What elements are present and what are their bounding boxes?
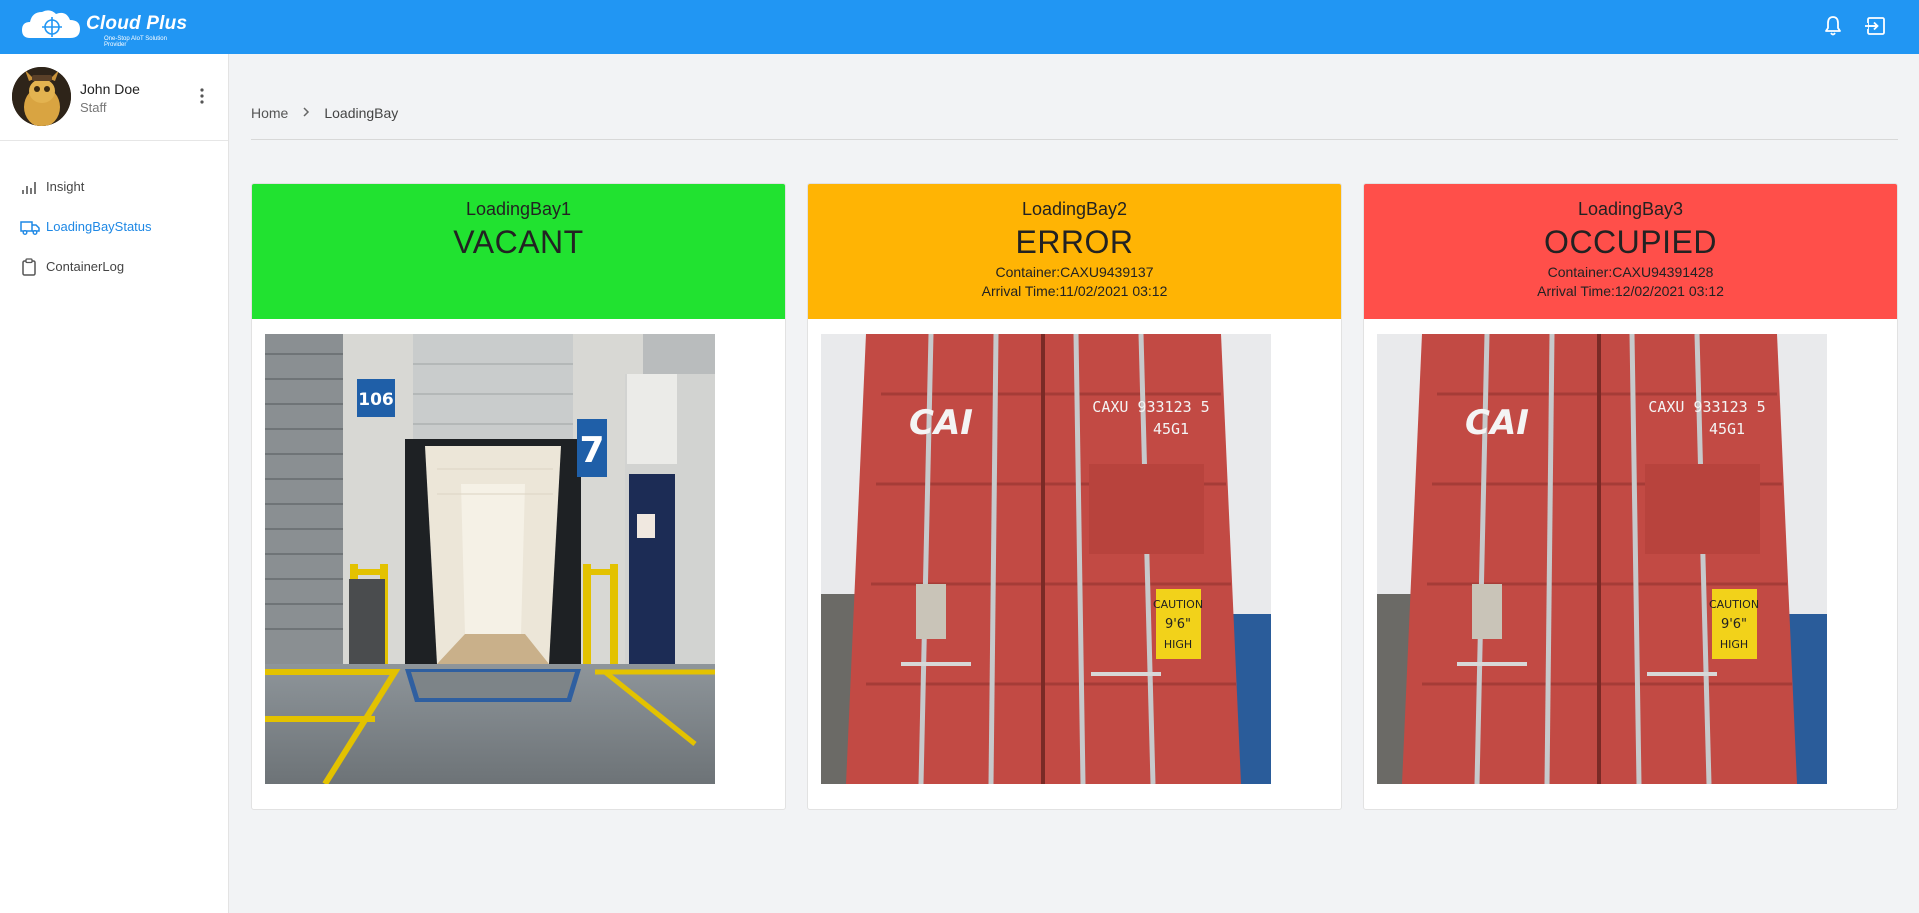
- loading-dock-image: 106 7: [265, 334, 715, 784]
- clipboard-icon: [20, 258, 38, 276]
- brand-tagline: One-Stop AIoT Solution Provider: [104, 36, 167, 48]
- caution-line-2: 9'6": [1721, 617, 1747, 632]
- container-brand: CAI: [1465, 403, 1529, 443]
- container-number: CAXU 933123 5: [1092, 398, 1209, 416]
- container-image: CAI CAXU 933123 5 45G1 CAUTION 9'6" HIGH: [821, 334, 1271, 784]
- container-brand: CAI: [909, 403, 973, 443]
- bar-chart-icon: [20, 178, 38, 196]
- truck-icon: [20, 218, 40, 236]
- sidebar-item-loadingbaystatus[interactable]: LoadingBayStatus: [0, 206, 228, 246]
- bay-name: LoadingBay1: [465, 199, 572, 219]
- bay-status-header: LoadingBay2 ERROR Container:CAXU9439137 …: [808, 184, 1341, 319]
- arrival-time: Arrival Time:11/02/2021 03:12: [981, 283, 1168, 299]
- bay-name: LoadingBay3: [1577, 199, 1684, 219]
- sidebar-nav: Insight LoadingBayStatus ContainerLog: [0, 166, 228, 286]
- caution-line-3: HIGH: [1164, 638, 1192, 651]
- container-type: 45G1: [1709, 420, 1745, 438]
- brand-title: Cloud Plus: [86, 13, 188, 34]
- breadcrumb: Home LoadingBay: [251, 105, 398, 121]
- svg-text:7: 7: [579, 430, 604, 471]
- caution-line-2: 9'6": [1165, 617, 1191, 632]
- bay-name: LoadingBay2: [1021, 199, 1128, 219]
- container-number: CAXU 933123 5: [1648, 398, 1765, 416]
- sidebar-item-containerlog[interactable]: ContainerLog: [0, 246, 228, 286]
- more-vert-icon[interactable]: [194, 86, 210, 106]
- cloud-logo-icon: [22, 10, 80, 38]
- chevron-right-icon: [302, 106, 310, 121]
- caution-line-3: HIGH: [1720, 638, 1748, 651]
- user-role: Staff: [80, 100, 107, 115]
- container-id: Container:CAXU94391428: [1547, 264, 1714, 280]
- bay-status-header: LoadingBay3 OCCUPIED Container:CAXU94391…: [1364, 184, 1897, 319]
- caution-line-1: CAUTION: [1709, 598, 1759, 611]
- svg-text:106: 106: [358, 390, 394, 410]
- sidebar: John Doe Staff Insight LoadingBayStatus …: [0, 54, 229, 913]
- loading-bay-card-1: LoadingBay1 VACANT 106 7: [251, 183, 786, 810]
- container-type: 45G1: [1153, 420, 1189, 438]
- breadcrumb-current: LoadingBay: [324, 105, 399, 121]
- loading-bay-card-3: LoadingBay3 OCCUPIED Container:CAXU94391…: [1363, 183, 1898, 810]
- container-image: CAI CAXU 933123 5 45G1 CAUTION 9'6" HIGH: [1377, 334, 1827, 784]
- sidebar-item-label: ContainerLog: [46, 259, 125, 274]
- loading-bay-card-2: LoadingBay2 ERROR Container:CAXU9439137 …: [807, 183, 1342, 810]
- avatar[interactable]: [12, 67, 71, 126]
- bay-status: ERROR: [1015, 224, 1134, 260]
- bay-status: VACANT: [453, 224, 584, 260]
- bay-status: OCCUPIED: [1544, 224, 1717, 260]
- sidebar-item-insight[interactable]: Insight: [0, 166, 228, 206]
- user-profile: John Doe Staff: [0, 54, 228, 141]
- caution-line-1: CAUTION: [1153, 598, 1203, 611]
- divider: [251, 139, 1898, 140]
- bay-status-header: LoadingBay1 VACANT: [252, 184, 785, 319]
- cloud-plus-logo[interactable]: Cloud Plus One-Stop AIoT Solution Provid…: [20, 4, 190, 48]
- bell-icon[interactable]: [1821, 14, 1845, 38]
- user-name: John Doe: [80, 81, 140, 97]
- arrival-time: Arrival Time:12/02/2021 03:12: [1537, 283, 1724, 299]
- breadcrumb-home[interactable]: Home: [251, 105, 288, 121]
- sidebar-item-label: LoadingBayStatus: [46, 219, 152, 234]
- sidebar-item-label: Insight: [46, 179, 85, 194]
- top-app-bar: Cloud Plus One-Stop AIoT Solution Provid…: [0, 0, 1919, 54]
- logout-icon[interactable]: [1864, 14, 1888, 38]
- container-id: Container:CAXU9439137: [995, 264, 1154, 280]
